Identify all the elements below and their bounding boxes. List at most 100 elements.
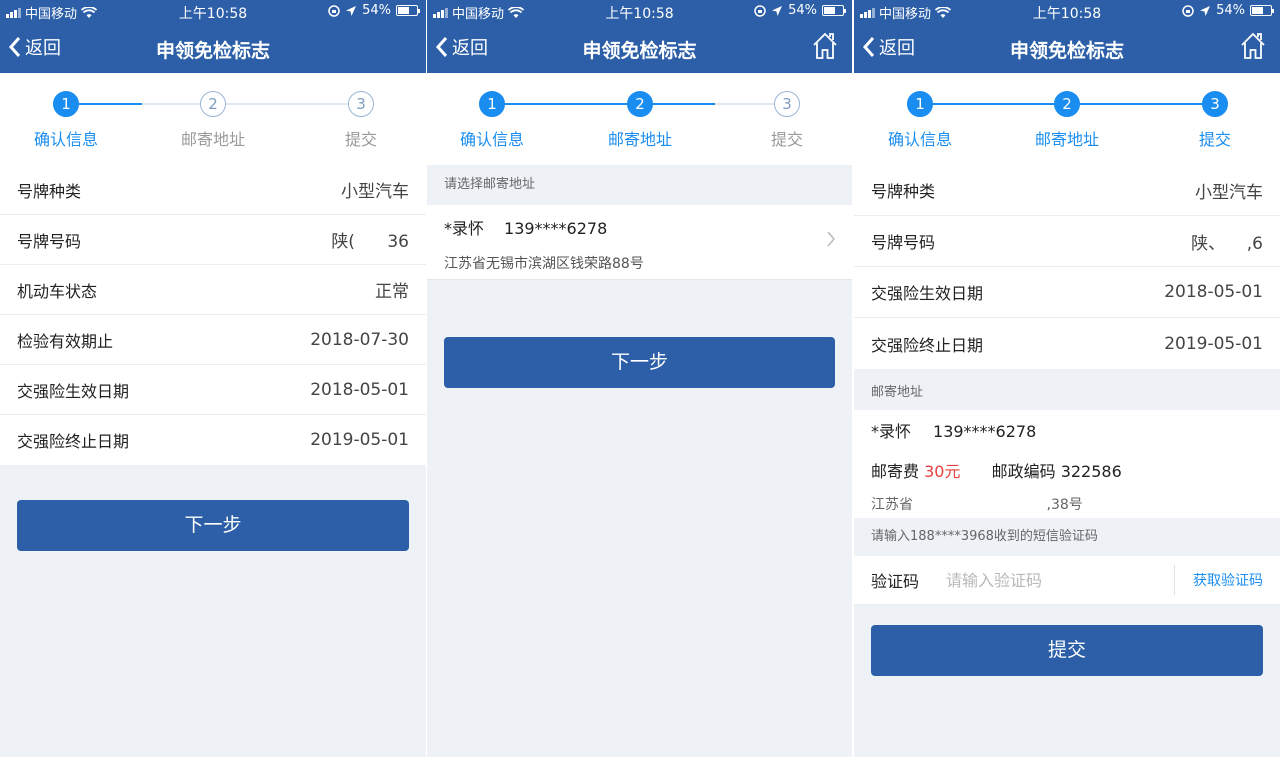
status-bar: 中国移动 上午10:58 54%: [0, 0, 426, 24]
row-label: 交强险生效日期: [17, 381, 130, 401]
section-title: 请选择邮寄地址: [444, 177, 536, 192]
get-code-button[interactable]: 获取验证码: [1193, 570, 1263, 590]
step-2-circle: 2: [200, 91, 226, 117]
page-title: 申领免检标志: [1009, 40, 1124, 62]
battery-percent: 54%: [1216, 3, 1245, 18]
stepper: 1 确认信息 2 邮寄地址 3 提交: [854, 73, 1280, 165]
address-card[interactable]: *录怀 139****6278 江苏省无锡市滨湖区钱荣路88号: [427, 205, 852, 280]
step-1-label: 确认信息: [459, 130, 524, 149]
step-3: 3 提交: [737, 91, 837, 150]
mail-fee-line: 邮寄费 30元 邮政编码 322586: [871, 458, 1263, 482]
row-value: 小型汽车: [1195, 182, 1263, 203]
battery-icon: [1250, 5, 1274, 16]
step-2-circle: 2: [1054, 91, 1080, 117]
step-3-label: 提交: [770, 130, 803, 149]
step-1-label: 确认信息: [33, 130, 98, 149]
home-button[interactable]: [812, 32, 838, 64]
battery-percent: 54%: [788, 3, 817, 18]
info-row: 交强险终止日期 2019-05-01: [854, 318, 1280, 369]
address-detail: 江苏省无锡市滨湖区钱荣路88号: [444, 256, 644, 272]
info-row: 号牌号码 陕( 36: [0, 215, 426, 265]
verification-code-row: 验证码 获取验证码: [854, 556, 1280, 605]
row-label: 交强险生效日期: [871, 284, 984, 303]
location-icon: [772, 5, 783, 16]
next-button[interactable]: 下一步: [17, 500, 409, 551]
home-icon: [813, 32, 837, 59]
home-button[interactable]: [1240, 32, 1266, 64]
info-row: 交强险生效日期 2018-05-01: [854, 267, 1280, 318]
status-right: 54%: [754, 3, 846, 18]
step-2-label: 邮寄地址: [607, 130, 672, 149]
fee-label: 邮寄费: [871, 462, 920, 481]
next-button[interactable]: 下一步: [444, 337, 835, 388]
location-icon: [1200, 5, 1211, 16]
row-value: 2018-07-30: [310, 329, 409, 350]
mail-name: *录怀: [871, 422, 912, 441]
mail-phone: 139****6278: [933, 422, 1037, 441]
row-value: 2018-05-01: [310, 379, 409, 400]
top-bar: 中国移动 上午10:58 54% 返回 申领免检标志: [854, 0, 1280, 73]
zip-value: 322586: [1060, 462, 1122, 481]
step-1-circle: 1: [479, 91, 505, 117]
address-phone: 139****6278: [504, 219, 608, 238]
mail-address-card: *录怀 139****6278 邮寄费 30元 邮政编码 322586 江苏省 ,…: [854, 410, 1280, 518]
row-label: 检验有效期止: [17, 331, 114, 351]
step-3: 3 提交: [1165, 91, 1265, 150]
stepper: 1 确认信息 2 邮寄地址 3 提交: [0, 73, 426, 165]
row-label: 交强险终止日期: [17, 432, 130, 451]
vehicle-info-list: 号牌种类 小型汽车 号牌号码 陕( 36 机动车状态 正常 检验有效期止 2018-07…: [0, 165, 426, 465]
stepper: 1 确认信息 2 邮寄地址 3 提交: [427, 73, 852, 165]
step-2: 2 邮寄地址: [1017, 91, 1117, 150]
row-label: 交强险终止日期: [871, 335, 984, 355]
nav-bar: 返回 申领免检标志: [854, 24, 1280, 73]
chevron-right-icon: [827, 231, 836, 247]
row-value: 陕( 36: [331, 232, 409, 252]
submit-button[interactable]: 提交: [871, 625, 1263, 676]
rotation-lock-icon: [328, 4, 340, 17]
stage: 中国移动 上午10:58 54% 返回 申领免检标志 1 确认信息 2 邮寄地址…: [0, 0, 1280, 757]
row-value: 2019-05-01: [1164, 333, 1263, 354]
rotation-lock-icon: [1182, 4, 1194, 17]
step-1: 1 确认信息: [16, 91, 116, 150]
row-value: 2018-05-01: [1164, 282, 1263, 302]
step-2: 2 邮寄地址: [590, 91, 690, 150]
fee-value: 30元: [924, 462, 961, 481]
info-row: 号牌种类 小型汽车: [0, 165, 426, 215]
step-1-label: 确认信息: [887, 130, 952, 149]
zip-label: 邮政编码: [991, 462, 1056, 481]
info-row: 检验有效期止 2018-07-30: [0, 315, 426, 365]
step-3: 3 提交: [311, 91, 411, 150]
step-3-label: 提交: [344, 130, 377, 149]
info-row: 号牌号码 陕、 ,6: [854, 216, 1280, 267]
row-label: 号牌种类: [17, 181, 82, 201]
screen-submit: 中国移动 上午10:58 54% 返回 申领免检标志 1 确认信息 2 邮寄地址…: [854, 0, 1280, 757]
info-row: 交强险终止日期 2019-05-01: [0, 415, 426, 465]
mail-address-detail: 江苏省 ,38号: [871, 497, 1083, 513]
step-1: 1 确认信息: [870, 91, 970, 150]
battery-percent: 54%: [362, 3, 391, 18]
row-value: 陕、 ,6: [1191, 233, 1263, 254]
screen-confirm-info: 中国移动 上午10:58 54% 返回 申领免检标志 1 确认信息 2 邮寄地址…: [0, 0, 426, 757]
step-3-circle: 3: [1202, 91, 1228, 117]
location-icon: [346, 5, 357, 16]
code-input[interactable]: [946, 570, 1166, 590]
mail-contact: *录怀 139****6278: [871, 418, 1263, 444]
info-row: 号牌种类 小型汽车: [854, 165, 1280, 216]
top-bar: 中国移动 上午10:58 54% 返回 申领免检标志: [0, 0, 426, 73]
row-value: 2019-05-01: [310, 430, 409, 450]
row-label: 号牌种类: [871, 182, 936, 201]
row-label: 机动车状态: [17, 281, 98, 301]
battery-icon: [822, 5, 846, 16]
mail-section-title: 邮寄地址: [871, 385, 924, 400]
step-2-label: 邮寄地址: [180, 130, 245, 149]
row-label: 号牌号码: [17, 231, 82, 251]
step-1-circle: 1: [53, 91, 79, 117]
page-title: 申领免检标志: [155, 40, 270, 62]
sms-hint: 请输入188****3968收到的短信验证码: [854, 518, 1280, 556]
step-3-circle: 3: [774, 91, 800, 117]
step-2-circle: 2: [627, 91, 653, 117]
status-right: 54%: [328, 3, 420, 18]
divider: [1174, 565, 1175, 595]
top-bar: 中国移动 上午10:58 54% 返回 申领免检标志: [427, 0, 852, 73]
step-2-label: 邮寄地址: [1034, 130, 1099, 149]
